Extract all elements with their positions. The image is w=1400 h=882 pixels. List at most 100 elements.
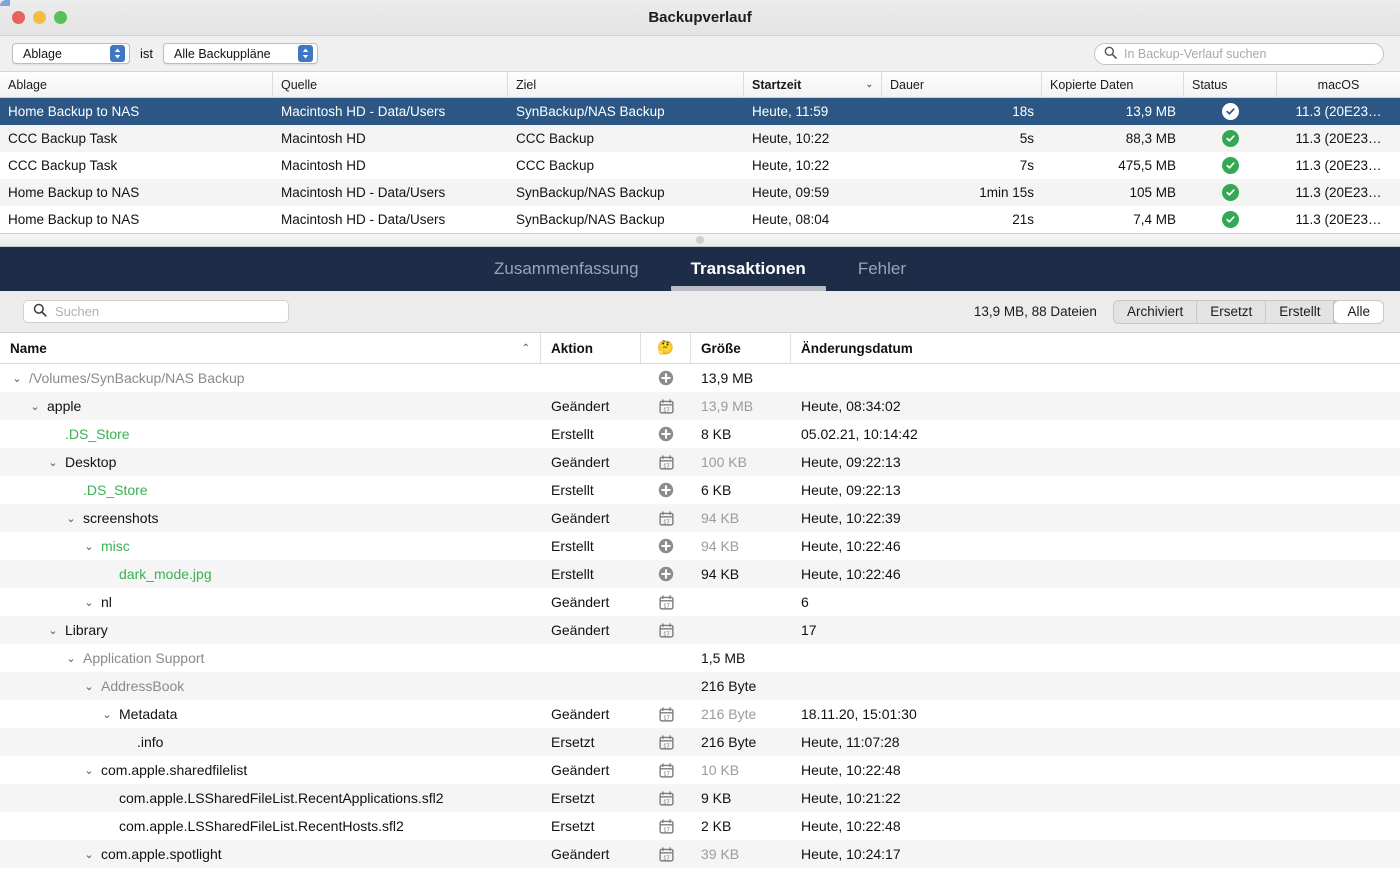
file-tree-row[interactable]: ⌄ nl Geändert 17 6 — [0, 588, 1400, 616]
column-header-ablage[interactable]: Ablage — [0, 71, 273, 98]
created-plus-icon[interactable] — [641, 560, 691, 588]
calendar-icon[interactable]: 17 — [641, 812, 691, 840]
calendar-icon[interactable]: 17 — [641, 616, 691, 644]
history-cell-startzeit: Heute, 10:22 — [752, 131, 830, 146]
column-header-quelle[interactable]: Quelle — [273, 71, 508, 98]
detail-tab-bar[interactable]: Zusammenfassung Transaktionen Fehler — [0, 247, 1400, 291]
history-row[interactable]: Home Backup to NAS Macintosh HD - Data/Us… — [0, 98, 1400, 125]
window-corner-accent — [0, 0, 10, 6]
calendar-icon[interactable]: 17 — [641, 784, 691, 812]
file-tree-row[interactable]: ⌄ Library Geändert 17 17 — [0, 616, 1400, 644]
history-search-field[interactable]: In Backup-Verlauf suchen — [1094, 43, 1384, 65]
file-size-cell: 1,5 MB — [691, 644, 791, 672]
chevron-down-icon[interactable]: ⌄ — [82, 764, 96, 777]
chevron-down-icon[interactable]: ⌄ — [10, 372, 24, 385]
calendar-icon[interactable]: 17 — [641, 588, 691, 616]
column-header-startzeit[interactable]: Startzeit ⌄ — [744, 71, 882, 98]
column-header-status[interactable]: Status — [1184, 71, 1277, 98]
file-tree-row[interactable]: ⌄ com.apple.spotlight Geändert 17 39 KB Heute… — [0, 840, 1400, 868]
column-header-thinking-face-icon[interactable]: 🤔 — [641, 333, 691, 363]
history-table-body[interactable]: Home Backup to NAS Macintosh HD - Data/Us… — [0, 98, 1400, 233]
column-header-kopierte-daten[interactable]: Kopierte Daten — [1042, 71, 1184, 98]
file-tree-row[interactable]: ⌄.DS_Store Erstellt 6 KB Heute, 09:22:13 — [0, 476, 1400, 504]
filter-segment-archiviert[interactable]: Archiviert — [1114, 300, 1198, 323]
history-row[interactable]: CCC Backup Task Macintosh HD CCC Backup Heu… — [0, 152, 1400, 179]
chevron-down-icon[interactable]: ⌄ — [64, 652, 78, 665]
filter-segment-erstellt[interactable]: Erstellt — [1266, 300, 1335, 323]
file-tree-row[interactable]: ⌄ /Volumes/SynBackup/NAS Backup 13,9 MB — [0, 364, 1400, 392]
calendar-icon[interactable]: 17 — [641, 728, 691, 756]
close-button[interactable] — [12, 11, 25, 24]
filter-relation-label: ist — [140, 46, 153, 61]
calendar-icon[interactable]: 17 — [641, 504, 691, 532]
file-tree-row[interactable]: ⌄ Application Support 1,5 MB — [0, 644, 1400, 672]
calendar-icon[interactable]: 17 — [641, 392, 691, 420]
filter-criterion-dropdown[interactable]: Ablage — [12, 43, 130, 64]
file-name-label: com.apple.LSSharedFileList.RecentHosts.s… — [119, 818, 404, 834]
chevron-down-icon[interactable]: ⌄ — [82, 540, 96, 553]
no-icon — [641, 672, 691, 700]
file-name-label: screenshots — [83, 510, 159, 526]
filter-segment-alle[interactable]: Alle — [1334, 300, 1383, 323]
file-tree-row[interactable]: ⌄ com.apple.sharedfilelist Geändert 17 10 KB… — [0, 756, 1400, 784]
chevron-down-icon[interactable]: ⌄ — [82, 848, 96, 861]
chevron-down-icon[interactable]: ⌄ — [100, 708, 114, 721]
chevron-down-icon[interactable]: ⌄ — [46, 456, 60, 469]
created-plus-icon[interactable] — [641, 420, 691, 448]
window-title: Backupverlauf — [648, 9, 752, 26]
thinking-face-icon: 🤔 — [657, 340, 674, 355]
created-plus-icon[interactable] — [641, 476, 691, 504]
file-modified-date-cell — [791, 672, 1400, 700]
transaction-filter-segmented-control[interactable]: Archiviert Ersetzt Erstellt Alle — [1112, 299, 1384, 324]
history-row[interactable]: Home Backup to NAS Macintosh HD - Data/Us… — [0, 179, 1400, 206]
column-header-name[interactable]: Name ⌃ — [0, 333, 541, 363]
file-tree-row[interactable]: ⌄ Metadata Geändert 17 216 Byte 18.11.20, 15:… — [0, 700, 1400, 728]
history-row[interactable]: CCC Backup Task Macintosh HD CCC Backup Heu… — [0, 125, 1400, 152]
chevron-down-icon[interactable]: ⌄ — [28, 400, 42, 413]
calendar-icon[interactable]: 17 — [641, 840, 691, 868]
splitter-grip[interactable] — [696, 236, 704, 244]
file-tree-row[interactable]: ⌄ screenshots Geändert 17 94 KB Heute, 10:22:… — [0, 504, 1400, 532]
file-modified-date-cell: Heute, 09:22:13 — [801, 482, 901, 498]
file-tree-row[interactable]: ⌄ apple Geändert 17 13,9 MB Heute, 08:34:02 — [0, 392, 1400, 420]
file-tree-row[interactable]: ⌄dark_mode.jpg Erstellt 94 KB Heute, 10:22:… — [0, 560, 1400, 588]
column-header-dauer[interactable]: Dauer — [882, 71, 1042, 98]
zoom-button[interactable] — [54, 11, 67, 24]
file-tree-row[interactable]: ⌄com.apple.LSSharedFileList.RecentHosts.… — [0, 812, 1400, 840]
calendar-icon[interactable]: 17 — [641, 700, 691, 728]
filter-segment-ersetzt[interactable]: Ersetzt — [1197, 300, 1267, 323]
chevron-down-icon[interactable]: ⌄ — [46, 624, 60, 637]
column-header-groesse[interactable]: Größe — [691, 333, 791, 363]
history-cell-startzeit: Heute, 11:59 — [752, 104, 829, 119]
file-tree-row[interactable]: ⌄ AddressBook 216 Byte — [0, 672, 1400, 700]
column-header-aenderungsdatum[interactable]: Änderungsdatum — [791, 333, 1400, 363]
file-tree-row[interactable]: ⌄com.apple.LSSharedFileList.RecentApplic… — [0, 784, 1400, 812]
tab-fehler[interactable]: Fehler — [832, 247, 932, 291]
filter-scope-dropdown[interactable]: Alle Backuppläne — [163, 43, 318, 64]
status-badge — [1184, 179, 1277, 206]
created-plus-icon[interactable] — [641, 364, 691, 392]
chevron-down-icon[interactable]: ⌄ — [82, 680, 96, 693]
file-size-cell: 216 Byte — [691, 728, 791, 756]
chevron-down-icon[interactable]: ⌄ — [64, 512, 78, 525]
file-tree-rows[interactable]: ⌄ /Volumes/SynBackup/NAS Backup 13,9 MB ⌄ ap… — [0, 364, 1400, 868]
history-row[interactable]: Home Backup to NAS Macintosh HD - Data/Us… — [0, 206, 1400, 233]
file-name-label: Library — [65, 622, 108, 638]
calendar-icon[interactable]: 17 — [641, 448, 691, 476]
column-header-aktion[interactable]: Aktion — [541, 333, 641, 363]
created-plus-icon[interactable] — [641, 532, 691, 560]
tab-transaktionen[interactable]: Transaktionen — [665, 247, 832, 291]
file-tree-row[interactable]: ⌄.info Ersetzt 17 216 Byte Heute, 11:07:28 — [0, 728, 1400, 756]
file-tree-row[interactable]: ⌄.DS_Store Erstellt 8 KB 05.02.21, 10:14:42 — [0, 420, 1400, 448]
pane-splitter[interactable] — [0, 233, 1400, 247]
transactions-search-field[interactable]: Suchen — [23, 300, 289, 323]
file-tree-body[interactable]: ⌄ /Volumes/SynBackup/NAS Backup 13,9 MB ⌄ ap… — [0, 364, 1400, 882]
file-tree-row[interactable]: ⌄ misc Erstellt 94 KB Heute, 10:22:46 — [0, 532, 1400, 560]
column-header-ziel[interactable]: Ziel — [508, 71, 744, 98]
minimize-button[interactable] — [33, 11, 46, 24]
column-header-macos[interactable]: macOS — [1277, 72, 1400, 98]
calendar-icon[interactable]: 17 — [641, 756, 691, 784]
tab-zusammenfassung[interactable]: Zusammenfassung — [468, 247, 665, 291]
chevron-down-icon[interactable]: ⌄ — [82, 596, 96, 609]
file-tree-row[interactable]: ⌄ Desktop Geändert 17 100 KB Heute, 09:22:13 — [0, 448, 1400, 476]
